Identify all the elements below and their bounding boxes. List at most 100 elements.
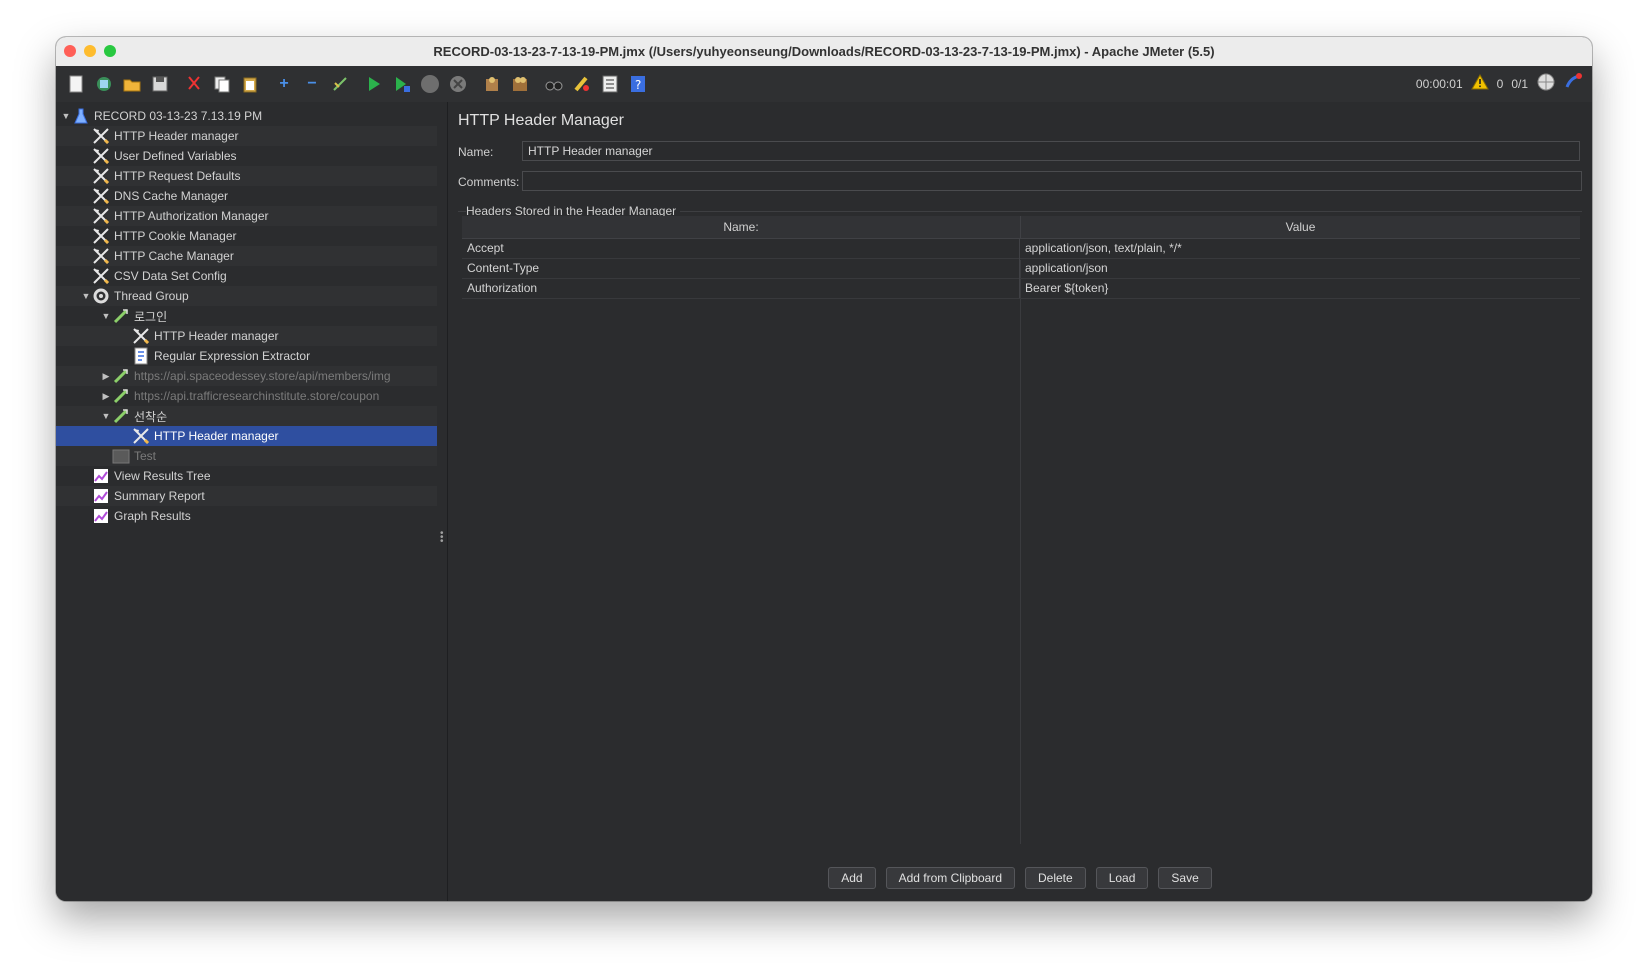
config-element-icon [92,207,110,225]
config-element-icon [92,127,110,145]
header-name-cell[interactable]: Authorization [462,278,1020,298]
jmeter-window: RECORD-03-13-23-7-13-19-PM.jmx (/Users/y… [56,37,1592,901]
test-plan-tree[interactable]: ▼ RECORD 03-13-23 7.13.19 PM HTTP Header m… [56,102,438,901]
tree-node[interactable]: ▼ RECORD 03-13-23 7.13.19 PM [56,106,437,126]
tree-node-label: Regular Expression Extractor [154,349,311,363]
templates-icon[interactable] [92,72,116,96]
tree-node[interactable]: HTTP Header manager [56,126,437,146]
tree-node[interactable]: Summary Report [56,486,437,506]
open-icon[interactable] [120,72,144,96]
element-editor-panel: HTTP Header Manager Name: HTTP Header ma… [448,102,1592,901]
tree-node-label: 로그인 [134,309,168,324]
shutdown-icon[interactable] [446,72,470,96]
header-value-cell[interactable]: Bearer ${token} [1020,278,1580,298]
remote-engines-icon[interactable] [1536,72,1556,95]
paste-icon[interactable] [238,72,262,96]
stop-icon[interactable] [418,72,442,96]
new-icon[interactable] [64,72,88,96]
add-from-clipboard-button[interactable]: Add from Clipboard [885,867,1015,889]
svg-text:?: ? [635,78,641,92]
warning-icon[interactable] [1470,73,1489,93]
save-icon[interactable] [148,72,172,96]
search-icon[interactable] [542,72,566,96]
comments-label: Comments: [458,175,520,189]
tree-node[interactable]: Regular Expression Extractor [56,346,437,366]
column-header-value[interactable]: Value [1021,216,1580,238]
table-body: Accept application/json, text/plain, */* C… [462,238,1580,844]
tree-node[interactable]: DNS Cache Manager [56,186,437,206]
collapse-icon[interactable]: − [300,72,324,96]
split-pane-divider[interactable]: • • • [437,102,448,901]
close-window-button[interactable] [64,45,76,57]
tree-node-label: https://api.trafficresearchinstitute.sto… [134,389,380,403]
tree-node[interactable]: ▼ Thread Group [56,286,437,306]
tree-node[interactable]: CSV Data Set Config [56,266,437,286]
tree-node[interactable]: ▶ https://api.trafficresearchinstitute.st… [56,386,437,406]
log-viewer-icon[interactable] [1564,72,1584,95]
button-bar: Add Add from Clipboard Delete Load Save [448,867,1592,889]
table-row[interactable]: Accept application/json, text/plain, */* [462,238,1580,259]
name-field[interactable]: HTTP Header manager [522,141,1580,161]
expanded-arrow-icon[interactable]: ▼ [100,411,112,421]
tree-node[interactable]: Test [56,446,437,466]
sampler-icon [112,407,130,425]
tree-node-label: DNS Cache Manager [114,189,229,203]
tree-node[interactable]: ▼ 로그인 [56,306,437,326]
cut-icon[interactable] [182,72,206,96]
tree-node-label: HTTP Header manager [154,329,279,343]
expand-icon[interactable]: + [272,72,296,96]
header-value-cell[interactable]: application/json [1020,258,1580,278]
table-row[interactable]: Authorization Bearer ${token} [462,278,1580,299]
clear-icon[interactable] [480,72,504,96]
comments-field[interactable] [522,171,1582,191]
delete-button[interactable]: Delete [1025,867,1086,889]
start-icon[interactable] [362,72,386,96]
function-helper-icon[interactable] [598,72,622,96]
minimize-window-button[interactable] [84,45,96,57]
zoom-window-button[interactable] [104,45,116,57]
tree-node-label: HTTP Header manager [114,129,239,143]
expanded-arrow-icon[interactable]: ▼ [60,111,72,121]
clear-all-icon[interactable] [508,72,532,96]
table-row[interactable]: Content-Type application/json [462,258,1580,279]
tree-node-label: Summary Report [114,489,205,503]
config-element-icon [92,247,110,265]
help-icon[interactable]: ? [626,72,650,96]
tree-node[interactable]: User Defined Variables [56,146,437,166]
copy-icon[interactable] [210,72,234,96]
tree-node-label: Test [134,449,157,463]
tree-node[interactable]: HTTP Request Defaults [56,166,437,186]
tree-node[interactable]: HTTP Authorization Manager [56,206,437,226]
tree-node[interactable]: HTTP Header manager [56,326,437,346]
header-name-cell[interactable]: Content-Type [462,258,1020,278]
tree-node[interactable]: ▶ https://api.spaceodessey.store/api/memb… [56,366,437,386]
tree-node-label: Graph Results [114,509,191,523]
post-processor-icon [132,347,150,365]
window-title: RECORD-03-13-23-7-13-19-PM.jmx (/Users/y… [433,44,1215,59]
main-toolbar: + − ? 00:00:01 0 0/1 [56,66,1592,103]
expanded-arrow-icon[interactable]: ▼ [100,311,112,321]
tree-node[interactable]: Graph Results [56,506,437,526]
sampler-icon [112,387,130,405]
load-button[interactable]: Load [1095,867,1149,889]
toggle-icon[interactable] [328,72,352,96]
start-no-pauses-icon[interactable] [390,72,414,96]
collapsed-arrow-icon[interactable]: ▶ [100,391,112,402]
tree-node[interactable]: HTTP Cookie Manager [56,226,437,246]
tree-node[interactable]: View Results Tree [56,466,437,486]
tree-node[interactable]: HTTP Cache Manager [56,246,437,266]
header-name-cell[interactable]: Accept [462,238,1020,258]
listener-icon [92,467,110,485]
expanded-arrow-icon[interactable]: ▼ [80,291,92,301]
tree-node[interactable]: HTTP Header manager [56,426,437,446]
collapsed-arrow-icon[interactable]: ▶ [100,371,112,382]
tree-node[interactable]: ▼ 선착순 [56,406,437,426]
save-button[interactable]: Save [1158,867,1212,889]
window-controls [64,45,116,57]
reset-search-icon[interactable] [570,72,594,96]
column-header-name[interactable]: Name: [462,216,1021,238]
tree-node-label: HTTP Header manager [154,429,279,443]
config-element-icon [92,147,110,165]
header-value-cell[interactable]: application/json, text/plain, */* [1020,238,1580,258]
add-button[interactable]: Add [828,867,876,889]
